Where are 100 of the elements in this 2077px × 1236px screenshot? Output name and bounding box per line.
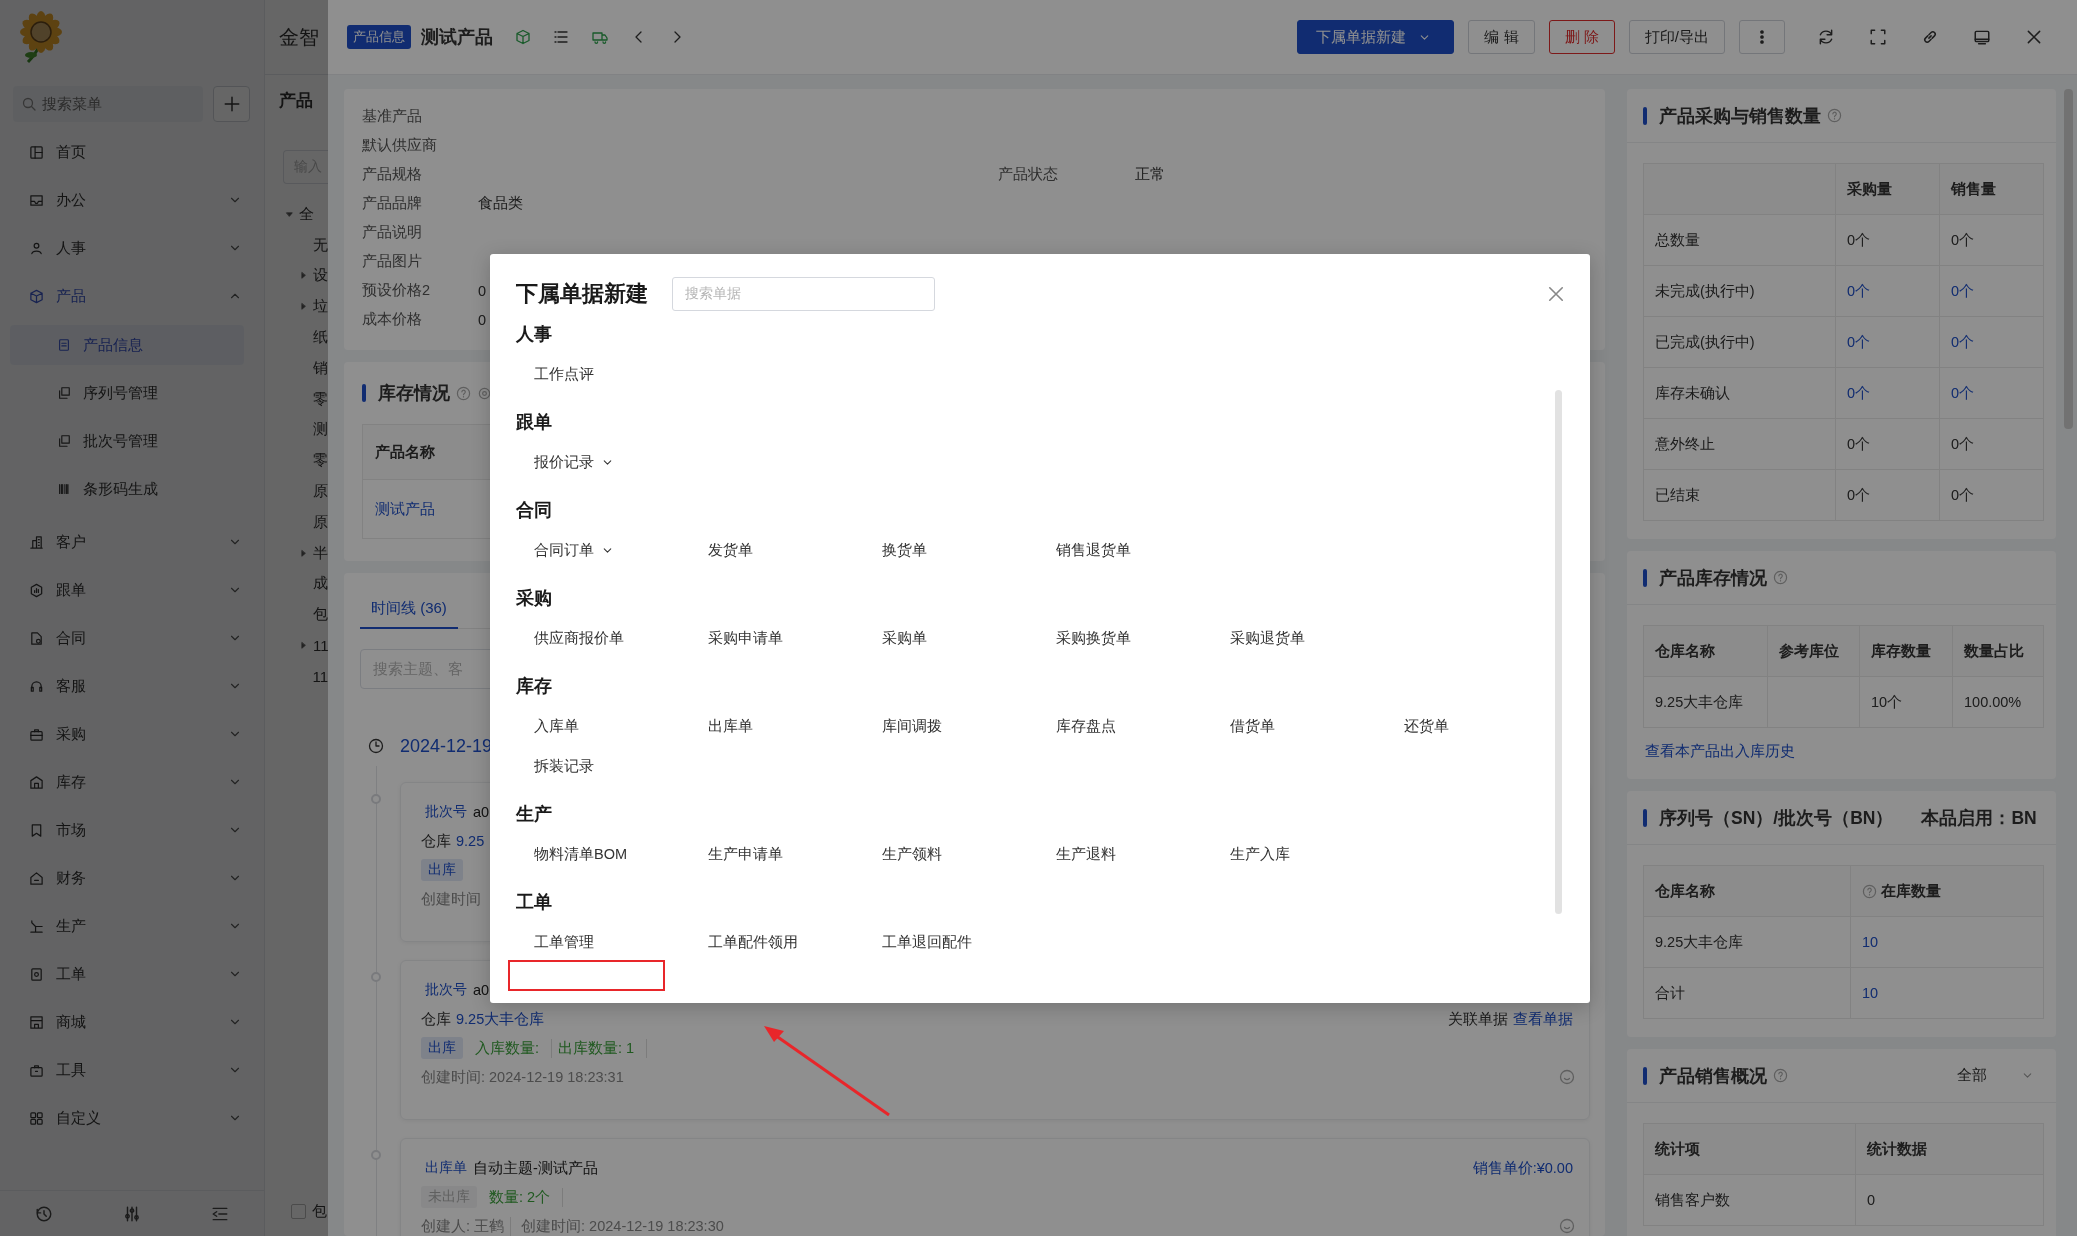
nav-item[interactable]: 办公 <box>0 176 264 224</box>
close-icon[interactable] <box>1546 284 1566 304</box>
document-type-link[interactable]: 换货单 <box>882 530 1056 570</box>
nav-subitem[interactable]: 条形码生成 <box>10 469 244 509</box>
link-icon[interactable] <box>1921 28 1939 46</box>
nav-item[interactable]: 人事 <box>0 224 264 272</box>
nav-item[interactable]: 库存 <box>0 758 264 806</box>
add-button[interactable] <box>213 86 250 122</box>
nav-item[interactable]: 财务 <box>0 854 264 902</box>
nav-item[interactable]: 采购 <box>0 710 264 758</box>
document-type-link[interactable]: 借货单 <box>1230 706 1404 746</box>
action-button[interactable]: 下属单据新建 <box>1297 20 1455 54</box>
nav-item[interactable]: 首页 <box>0 128 264 176</box>
document-type-link[interactable]: 工单管理 <box>534 922 708 962</box>
nav-item[interactable]: 客服 <box>0 662 264 710</box>
history-icon[interactable] <box>35 1204 53 1223</box>
document-type-link[interactable]: 发货单 <box>708 530 882 570</box>
warehouse-link[interactable]: 9.25 <box>456 833 485 849</box>
table-cell: 0个 <box>1836 419 1940 470</box>
nav-item[interactable]: 工具 <box>0 1046 264 1094</box>
warehouse-link[interactable]: 9.25大丰仓库 <box>456 1009 545 1029</box>
tree-node[interactable]: 垃 <box>265 291 328 323</box>
document-type-link[interactable]: 入库单 <box>534 706 708 746</box>
document-type-link[interactable]: 物料清单BOM <box>534 834 708 874</box>
filter-select[interactable]: 全部 <box>1957 1066 2034 1085</box>
document-type-link[interactable]: 还货单 <box>1404 706 1578 746</box>
document-type-link[interactable]: 生产申请单 <box>708 834 882 874</box>
fullscreen-icon[interactable] <box>1869 28 1887 46</box>
monitor-icon[interactable] <box>1973 28 1991 46</box>
comment-icon[interactable] <box>1559 1069 1575 1085</box>
search-field[interactable]: 搜索单据 <box>672 277 935 311</box>
scrollbar[interactable] <box>1555 390 1562 914</box>
tree-node[interactable]: 全 <box>265 199 328 230</box>
tree-node[interactable]: 纸 <box>265 322 328 353</box>
nav-subitem[interactable]: 产品信息 <box>10 325 244 365</box>
count-link[interactable]: 0个 <box>1847 281 1871 301</box>
nav-item[interactable]: 合同 <box>0 614 264 662</box>
tree-node[interactable]: 原 <box>265 476 328 507</box>
document-type-link[interactable]: 销售退货单 <box>1056 530 1230 570</box>
document-type-link[interactable]: 报价记录 <box>534 442 708 482</box>
count-link[interactable]: 0个 <box>1951 281 1975 301</box>
tab[interactable]: 时间线 (36) <box>360 589 458 629</box>
count-link[interactable]: 0个 <box>1951 383 1975 403</box>
tree-node[interactable]: 零 <box>265 383 328 415</box>
tree-node[interactable]: 包 <box>265 599 328 631</box>
nav-item[interactable]: 生产 <box>0 902 264 950</box>
count-link[interactable]: 10 <box>1862 934 1879 950</box>
document-type-link[interactable]: 生产入库 <box>1230 834 1404 874</box>
tree-node[interactable]: 11 <box>265 660 328 692</box>
tree-node[interactable]: 设 <box>265 260 328 292</box>
nav-item[interactable]: 商城 <box>0 998 264 1046</box>
document-type-link[interactable]: 工作点评 <box>534 354 708 394</box>
nav-subitem[interactable]: 序列号管理 <box>10 373 244 413</box>
view-link[interactable]: 查看单据 <box>1513 1009 1573 1029</box>
tree-node[interactable]: 无 <box>265 229 328 261</box>
comment-icon[interactable] <box>1559 1218 1575 1234</box>
column-header: 仓库名称 <box>1655 641 1715 661</box>
document-type-link[interactable]: 采购单 <box>882 618 1056 658</box>
document-type-link[interactable]: 采购换货单 <box>1056 618 1230 658</box>
tree-node[interactable]: 成 <box>265 568 328 600</box>
count-link[interactable]: 0个 <box>1847 332 1871 352</box>
action-button[interactable]: 打印/导出 <box>1628 20 1725 54</box>
tree-node[interactable]: 测 <box>265 414 328 446</box>
action-button[interactable]: 删 除 <box>1548 20 1615 54</box>
tree-node[interactable]: 零 <box>265 445 328 477</box>
document-type-link[interactable]: 合同订单 <box>534 530 708 570</box>
tree-node[interactable]: 原 <box>265 506 328 538</box>
panel-title: 金智 <box>279 24 319 50</box>
meta-text: 创建时间: 2024-12-19 18:23:31 <box>421 1067 624 1087</box>
history-link[interactable]: 查看本产品出入库历史 <box>1643 742 2044 761</box>
document-type-link[interactable]: 工单配件领用 <box>708 922 882 962</box>
document-type-link[interactable]: 生产领料 <box>882 834 1056 874</box>
nav-subitem[interactable]: 批次号管理 <box>10 421 244 461</box>
count-link[interactable]: 10 <box>1862 985 1879 1001</box>
document-type-link[interactable]: 采购退货单 <box>1230 618 1404 658</box>
checkbox[interactable] <box>291 1203 306 1219</box>
action-button[interactable]: 编 辑 <box>1468 20 1535 54</box>
nav-item[interactable]: 市场 <box>0 806 264 854</box>
document-type-link[interactable]: 采购申请单 <box>708 618 882 658</box>
document-type-link[interactable]: 工单退回配件 <box>882 922 1056 962</box>
nav-item[interactable]: 客户 <box>0 518 264 566</box>
tree-node[interactable]: 销 <box>265 353 328 384</box>
count-link[interactable]: 0个 <box>1951 332 1975 352</box>
document-type-link[interactable]: 出库单 <box>708 706 882 746</box>
count-link[interactable]: 0个 <box>1847 383 1871 403</box>
document-type-link[interactable]: 供应商报价单 <box>534 618 708 658</box>
document-type-link[interactable]: 拆装记录 <box>534 746 708 786</box>
tree-node[interactable]: 半 <box>265 537 328 569</box>
tree-node[interactable]: 11 <box>265 630 328 661</box>
document-type-link[interactable]: 库间调拨 <box>882 706 1056 746</box>
nav-item[interactable]: 产品 <box>0 272 264 320</box>
nav-item[interactable]: 自定义 <box>0 1094 264 1142</box>
document-type-link[interactable]: 库存盘点 <box>1056 706 1230 746</box>
close-icon[interactable] <box>2025 28 2043 46</box>
nav-item[interactable]: 跟单 <box>0 566 264 614</box>
document-type-link[interactable]: 生产退料 <box>1056 834 1230 874</box>
nav-item[interactable]: 工单 <box>0 950 264 998</box>
sliders-icon[interactable] <box>123 1204 141 1223</box>
refresh-icon[interactable] <box>1817 28 1835 46</box>
more-button[interactable] <box>1739 20 1785 54</box>
